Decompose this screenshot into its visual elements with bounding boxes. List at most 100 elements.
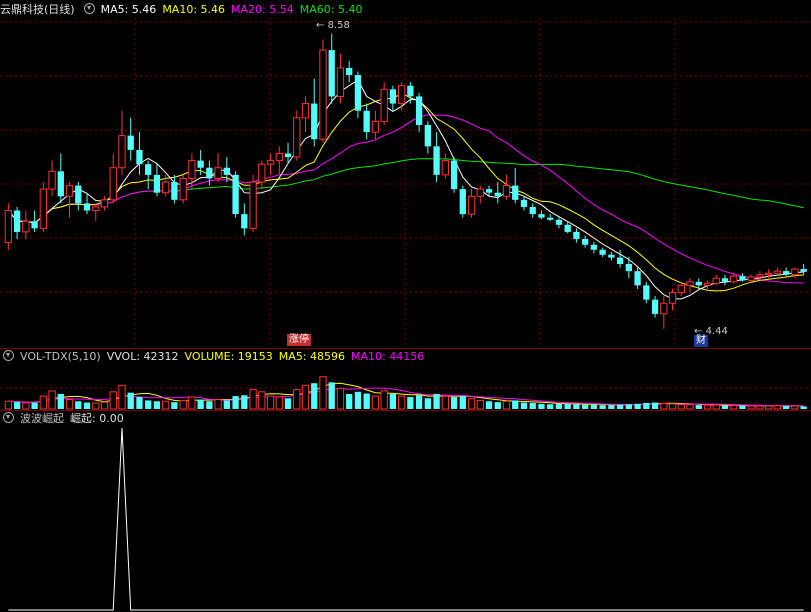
volume-value: VOLUME: 19153 xyxy=(184,350,273,363)
candle-body-down xyxy=(354,75,362,111)
volume-bar-down xyxy=(634,403,641,409)
volume-bar-down xyxy=(75,401,82,409)
volume-bar-up xyxy=(100,401,109,410)
candle-body-down xyxy=(424,124,431,147)
volume-bar-up xyxy=(730,405,738,410)
vol-ma10-value: MA10: 44156 xyxy=(351,350,425,363)
volume-bar-down xyxy=(599,405,606,409)
volume-bar-up xyxy=(502,400,511,410)
ma10-line xyxy=(8,92,804,292)
main-chart-header: 云鼎科技(日线) MA5: 5.46 MA10: 5.46 MA20: 5.54 MA6… xyxy=(0,2,368,18)
volume-bar-up xyxy=(677,404,685,410)
candle-body-up xyxy=(703,282,712,286)
ma5-line xyxy=(8,79,804,300)
candle-body-up xyxy=(39,188,47,229)
ma60-value: MA60: 5.40 xyxy=(299,3,363,16)
candle-body-down xyxy=(450,160,458,190)
volume-bar-down xyxy=(328,382,335,409)
volume-bar-down xyxy=(145,400,152,409)
candle-body-down xyxy=(223,167,230,175)
volume-bar-down xyxy=(363,393,370,409)
candle-body-up xyxy=(266,160,275,165)
low-price-value: 4.44 xyxy=(705,326,728,337)
candle-body-down xyxy=(241,214,248,229)
candle-body-up xyxy=(441,160,449,176)
candle-body-up xyxy=(765,272,773,276)
volume-bar-down xyxy=(564,403,571,409)
limit-up-badge[interactable]: 涨停 xyxy=(287,334,311,346)
candle-body-down xyxy=(783,271,790,275)
candle-body-up xyxy=(397,85,406,105)
volume-bar-up xyxy=(249,389,257,410)
volume-bar-up xyxy=(703,404,712,410)
volume-bar-down xyxy=(284,398,292,409)
volume-bar-down xyxy=(311,383,318,409)
candle-body-down xyxy=(739,276,746,281)
volume-bar-down xyxy=(354,391,362,409)
volume-bar-down xyxy=(31,402,38,409)
candle-body-down xyxy=(573,231,580,240)
volume-bar-down xyxy=(538,403,545,409)
candle-body-up xyxy=(686,281,694,286)
candle-body-down xyxy=(529,206,536,215)
volume-bar-down xyxy=(555,403,563,409)
candle-body-down xyxy=(651,299,659,314)
dropdown-circle-icon[interactable] xyxy=(3,350,14,361)
candle-body-up xyxy=(319,49,327,140)
candle-body-up xyxy=(179,177,187,201)
candle-body-down xyxy=(232,174,239,215)
volume-bar-up xyxy=(773,405,782,410)
candle-body-up xyxy=(712,277,720,284)
candle-body-down xyxy=(127,135,134,150)
vol-indicator-name[interactable]: VOL-TDX(5,10) xyxy=(20,350,101,363)
volume-bar-up xyxy=(668,403,677,410)
indicator-series-line xyxy=(8,427,804,611)
candle-body-up xyxy=(109,167,117,201)
candle-body-down xyxy=(284,153,292,158)
volume-bar-up xyxy=(765,405,773,410)
volume-bar-down xyxy=(241,395,248,409)
finance-badge[interactable]: 财 xyxy=(694,335,708,347)
candle-body-down xyxy=(582,239,589,245)
candle-body-down xyxy=(389,89,397,104)
volume-bar-down xyxy=(197,399,204,409)
vol-ma5-value: MA5: 48596 xyxy=(278,350,346,363)
candle-body-up xyxy=(48,170,56,190)
volume-bar-down xyxy=(547,404,554,409)
volume-bar-down xyxy=(13,402,21,409)
volume-bar-down xyxy=(485,401,493,409)
dropdown-circle-icon[interactable] xyxy=(83,3,95,14)
stock-name[interactable]: 云鼎科技(日线) xyxy=(0,3,75,16)
candle-body-up xyxy=(773,270,782,274)
volume-bar-down xyxy=(582,404,589,409)
volume-bar-up xyxy=(258,391,266,410)
volume-bar-down xyxy=(721,405,729,409)
dropdown-circle-icon[interactable] xyxy=(3,412,14,423)
candle-body-down xyxy=(311,103,318,140)
moving-average-lines xyxy=(8,79,804,300)
volume-bar-down xyxy=(415,395,423,409)
candle-body-down xyxy=(328,50,335,97)
volume-bar-down xyxy=(407,396,414,409)
high-price-value: 8.58 xyxy=(327,20,350,31)
volume-bar-down xyxy=(783,405,790,409)
candle-body-down xyxy=(555,219,563,225)
volume-bar-down xyxy=(695,405,702,409)
volume-bar-down xyxy=(346,393,353,409)
indicator-value: 崛起: 0.00 xyxy=(70,412,124,425)
volume-bar-up xyxy=(118,384,126,410)
volume-bar-up xyxy=(109,391,117,410)
volume-bar-down xyxy=(573,404,580,409)
candle-body-down xyxy=(197,160,204,168)
volume-bar-up xyxy=(275,396,283,410)
candle-body-up xyxy=(476,188,484,197)
high-price-label: ← 8.58 xyxy=(316,20,350,31)
candle-body-up xyxy=(92,206,100,212)
indicator-name[interactable]: 波波崛起 xyxy=(20,412,64,425)
candle-body-down xyxy=(153,174,161,193)
ma5-value: MA5: 5.46 xyxy=(100,3,157,16)
volume-bar-down xyxy=(800,406,807,409)
candle-body-down xyxy=(485,189,493,193)
candle-body-down xyxy=(136,149,143,165)
candle-body-down xyxy=(721,278,729,282)
